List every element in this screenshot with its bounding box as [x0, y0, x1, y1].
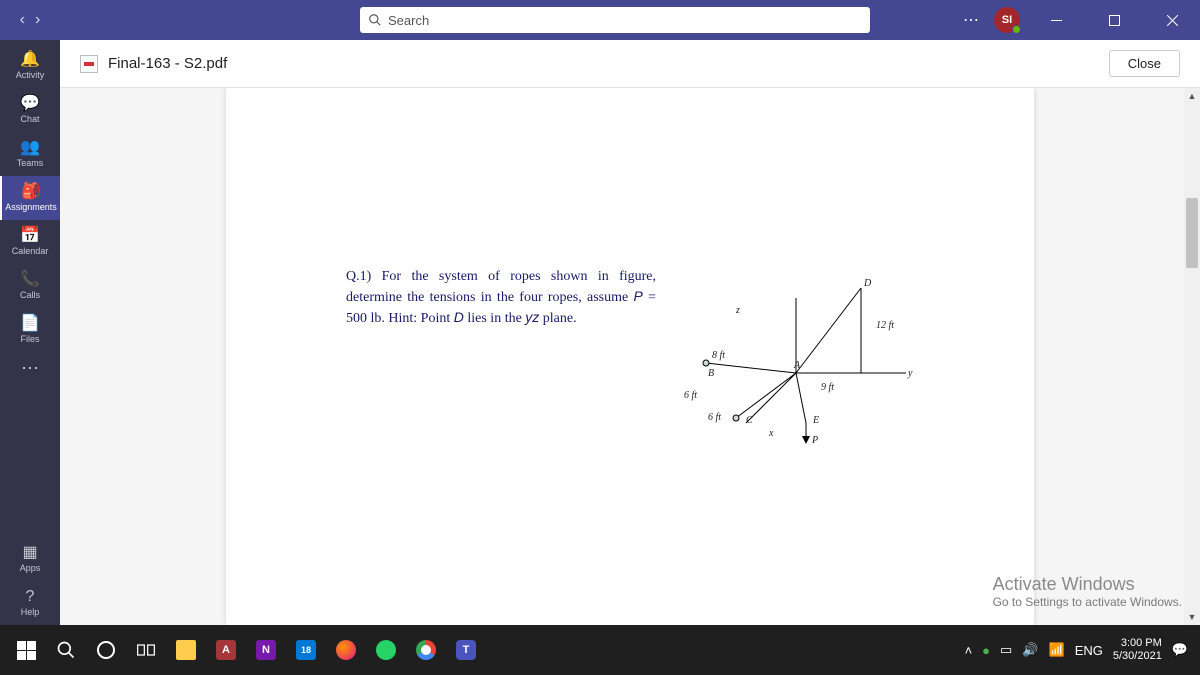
file-explorer-icon[interactable]	[166, 625, 206, 675]
rail-label: Apps	[20, 563, 41, 573]
search-box[interactable]: Search	[360, 7, 870, 33]
search-icon	[368, 13, 382, 27]
rail-calls[interactable]: 📞 Calls	[0, 264, 60, 308]
task-view-icon[interactable]	[126, 625, 166, 675]
rail-assignments[interactable]: 🎒 Assignments	[0, 176, 60, 220]
scroll-down-icon[interactable]: ▼	[1184, 609, 1200, 625]
avatar[interactable]: SI	[994, 7, 1020, 33]
taskbar-search-icon[interactable]	[46, 625, 86, 675]
windows-taskbar: A N 18 T ˄ ● ▭ 🔊 📶 ENG 3:00 PM 5/30/2021…	[0, 625, 1200, 675]
phone-icon: 📞	[20, 272, 40, 288]
bell-icon: 🔔	[20, 52, 40, 68]
app-rail: 🔔 Activity 💬 Chat 👥 Teams 🎒 Assignments …	[0, 40, 60, 625]
rail-help[interactable]: ? Help	[0, 581, 60, 625]
onenote-icon[interactable]: N	[246, 625, 286, 675]
title-bar-right: ⋯ SI	[963, 0, 1200, 40]
whatsapp-icon[interactable]	[366, 625, 406, 675]
rail-label: Calendar	[12, 246, 49, 256]
label-y: y	[907, 368, 913, 379]
rail-activity[interactable]: 🔔 Activity	[0, 44, 60, 88]
rail-calendar[interactable]: 📅 Calendar	[0, 220, 60, 264]
tray-security-icon[interactable]: ●	[982, 643, 990, 658]
access-icon[interactable]: A	[206, 625, 246, 675]
close-window-button[interactable]	[1150, 0, 1194, 40]
title-bar: ‹ › Search ⋯ SI	[0, 0, 1200, 40]
calendar-app-icon[interactable]: 18	[286, 625, 326, 675]
rail-more-icon[interactable]: ⋯	[21, 358, 39, 379]
main-area: Final-163 - S2.pdf Close Q.1) For the sy…	[60, 40, 1200, 625]
assignments-icon: 🎒	[21, 184, 41, 200]
question-text: Q.1) For the system of ropes shown in fi…	[346, 268, 656, 329]
windows-logo-icon	[17, 641, 36, 660]
label-C: C	[746, 415, 753, 426]
rail-chat[interactable]: 💬 Chat	[0, 88, 60, 132]
search-placeholder: Search	[388, 13, 429, 28]
vertical-scrollbar[interactable]: ▲ ▼	[1184, 88, 1200, 625]
rail-label: Files	[20, 334, 39, 344]
files-icon: 📄	[20, 316, 40, 332]
chat-icon: 💬	[20, 96, 40, 112]
label-D: D	[863, 278, 872, 289]
tray-clock[interactable]: 3:00 PM 5/30/2021	[1113, 637, 1162, 663]
label-8: 8 ft	[712, 350, 725, 361]
tray-battery-icon[interactable]: ▭	[1000, 642, 1012, 658]
tray-time: 3:00 PM	[1113, 637, 1162, 650]
label-9: 9 ft	[821, 382, 834, 393]
tray-volume-icon[interactable]: 🔊	[1022, 642, 1038, 658]
teams-taskbar-icon[interactable]: T	[446, 625, 486, 675]
minimize-button[interactable]	[1034, 0, 1078, 40]
scroll-thumb[interactable]	[1186, 198, 1198, 268]
pdf-viewer[interactable]: Q.1) For the system of ropes shown in fi…	[60, 88, 1200, 625]
cortana-icon[interactable]	[86, 625, 126, 675]
label-12: 12 ft	[876, 320, 894, 331]
doc-title: Final-163 - S2.pdf	[80, 55, 227, 73]
doc-filename: Final-163 - S2.pdf	[108, 55, 227, 72]
nav-forward-icon[interactable]: ›	[35, 11, 40, 29]
label-A: A	[793, 360, 801, 371]
teams-icon: 👥	[20, 140, 40, 156]
calendar-icon: 📅	[20, 228, 40, 244]
action-center-icon[interactable]: 💬	[1172, 642, 1188, 658]
label-E: E	[812, 415, 819, 426]
rail-teams[interactable]: 👥 Teams	[0, 132, 60, 176]
rail-apps[interactable]: ▦ Apps	[0, 537, 60, 581]
rail-label: Activity	[16, 70, 45, 80]
label-B: B	[708, 368, 714, 379]
rail-label: Chat	[20, 114, 39, 124]
presence-indicator	[1012, 25, 1021, 34]
avatar-initials: SI	[1002, 14, 1012, 26]
label-6a: 6 ft	[684, 390, 697, 401]
more-options-icon[interactable]: ⋯	[963, 10, 980, 30]
tray-chevron-icon[interactable]: ˄	[965, 643, 973, 658]
close-doc-button[interactable]: Close	[1109, 50, 1180, 77]
pdf-icon	[80, 55, 98, 73]
rail-label: Assignments	[5, 202, 57, 212]
rail-files[interactable]: 📄 Files	[0, 308, 60, 352]
rail-label: Calls	[20, 290, 40, 300]
pdf-page: Q.1) For the system of ropes shown in fi…	[226, 88, 1034, 625]
chrome-icon[interactable]	[406, 625, 446, 675]
rope-diagram: D 12 ft y 9 ft A 8 ft B 6 ft 6 ft C x E …	[676, 268, 936, 448]
scroll-up-icon[interactable]: ▲	[1184, 88, 1200, 104]
start-button[interactable]	[6, 625, 46, 675]
firefox-icon[interactable]	[326, 625, 366, 675]
label-z: z	[735, 305, 740, 316]
doc-header: Final-163 - S2.pdf Close	[60, 40, 1200, 88]
rail-label: Teams	[17, 158, 44, 168]
maximize-button[interactable]	[1092, 0, 1136, 40]
label-P: P	[811, 435, 818, 446]
nav-back-icon[interactable]: ‹	[20, 11, 25, 29]
history-nav: ‹ ›	[0, 11, 60, 29]
tray-wifi-icon[interactable]: 📶	[1049, 642, 1065, 658]
apps-icon: ▦	[22, 545, 37, 561]
system-tray: ˄ ● ▭ 🔊 📶 ENG 3:00 PM 5/30/2021 💬	[965, 637, 1194, 663]
label-6b: 6 ft	[708, 412, 721, 423]
tray-language[interactable]: ENG	[1075, 643, 1103, 658]
help-icon: ?	[26, 589, 35, 605]
tray-date: 5/30/2021	[1113, 650, 1162, 663]
label-x: x	[768, 428, 774, 439]
rail-label: Help	[21, 607, 40, 617]
